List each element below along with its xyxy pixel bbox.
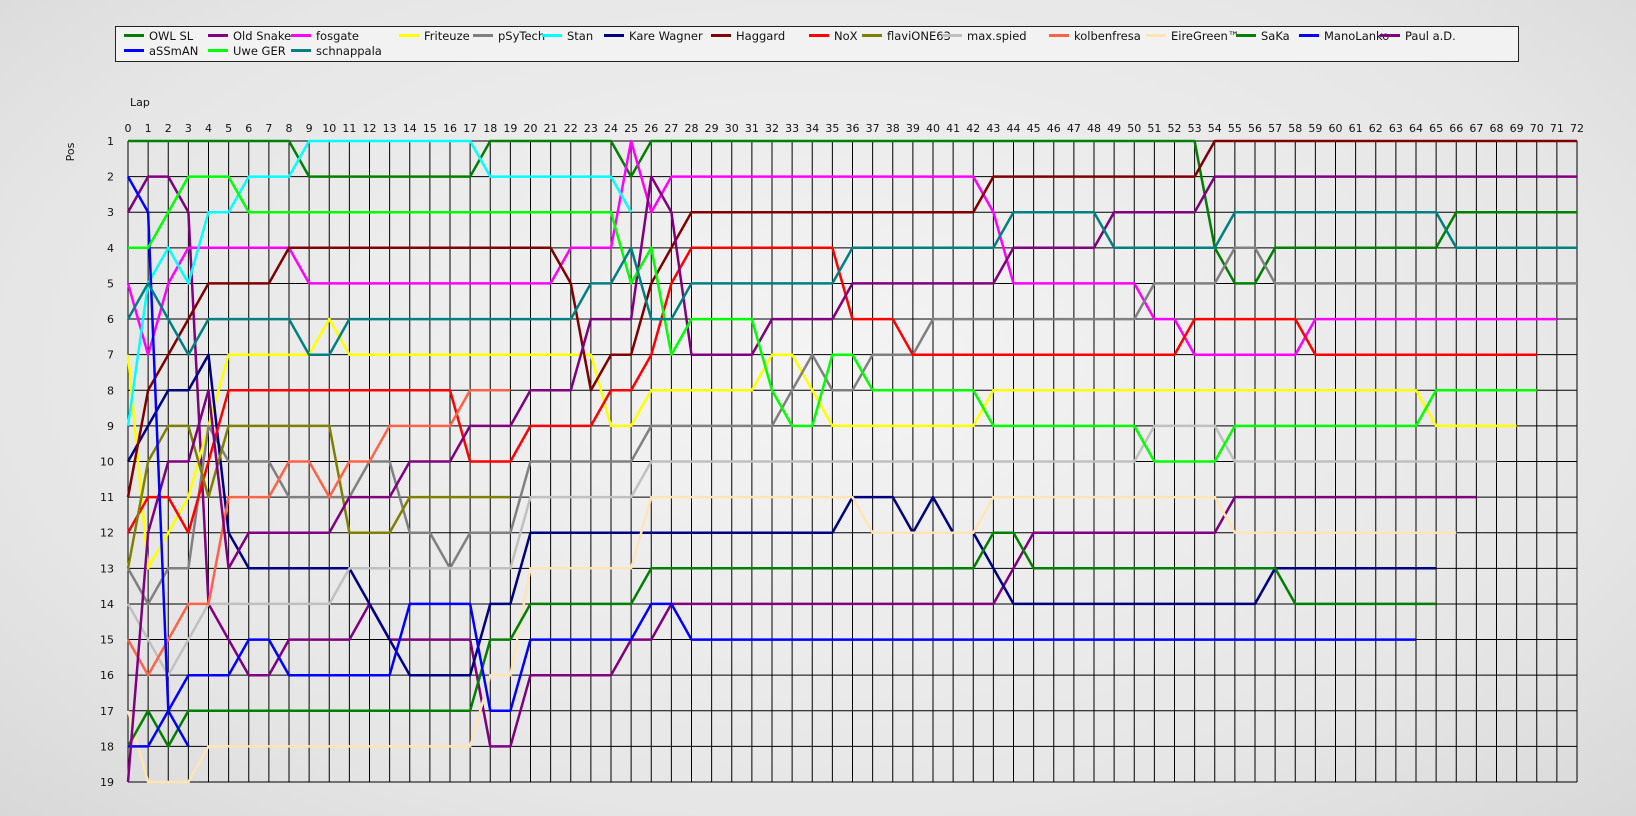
x-tick-label: 28 xyxy=(685,122,699,135)
y-tick-label: 12 xyxy=(100,527,114,540)
x-tick-label: 35 xyxy=(825,122,839,135)
x-tick-label: 15 xyxy=(423,122,437,135)
x-tick-label: 49 xyxy=(1107,122,1121,135)
x-tick-label: 50 xyxy=(1127,122,1141,135)
y-tick-label: 15 xyxy=(100,634,114,647)
x-tick-label: 51 xyxy=(1147,122,1161,135)
y-tick-label: 7 xyxy=(107,349,114,362)
x-tick-label: 14 xyxy=(403,122,417,135)
y-tick-label: 3 xyxy=(107,206,114,219)
x-tick-label: 8 xyxy=(286,122,293,135)
x-tick-label: 55 xyxy=(1228,122,1242,135)
x-tick-label: 45 xyxy=(1027,122,1041,135)
x-tick-label: 68 xyxy=(1490,122,1504,135)
position-chart: 0 1 2 3 4 5 6 7 8 9 10 11 12 13 14 15 16 17 18 19 20 21 22 23 24… xyxy=(64,96,1584,789)
y-tick-label: 2 xyxy=(107,171,114,184)
y-tick-label: 5 xyxy=(107,277,114,290)
x-tick-label: 21 xyxy=(544,122,558,135)
x-tick-label: 67 xyxy=(1469,122,1483,135)
y-tick-label: 19 xyxy=(100,776,114,789)
x-tick-label: 27 xyxy=(664,122,678,135)
x-tick-label: 54 xyxy=(1208,122,1222,135)
x-tick-label: 40 xyxy=(926,122,940,135)
y-tick-label: 4 xyxy=(107,242,114,255)
x-tick-label: 71 xyxy=(1550,122,1564,135)
chart-ticks: 0 1 2 3 4 5 6 7 8 9 10 11 12 13 14 15 16 17 18 19 20 21 22 23 24… xyxy=(100,122,1584,789)
x-tick-label: 43 xyxy=(986,122,1000,135)
x-tick-label: 53 xyxy=(1188,122,1202,135)
y-tick-label: 11 xyxy=(100,491,114,504)
x-tick-label: 64 xyxy=(1409,122,1423,135)
y-tick-label: 18 xyxy=(100,740,114,753)
y-axis-label: Pos xyxy=(64,142,77,161)
x-tick-label: 10 xyxy=(322,122,336,135)
x-tick-label: 36 xyxy=(846,122,860,135)
x-tick-label: 12 xyxy=(363,122,377,135)
y-tick-label: 17 xyxy=(100,705,114,718)
x-tick-label: 42 xyxy=(966,122,980,135)
x-tick-label: 22 xyxy=(564,122,578,135)
x-tick-label: 38 xyxy=(886,122,900,135)
x-tick-label: 19 xyxy=(503,122,517,135)
y-tick-label: 1 xyxy=(107,135,114,148)
x-tick-label: 72 xyxy=(1570,122,1584,135)
x-tick-label: 17 xyxy=(463,122,477,135)
x-tick-label: 33 xyxy=(785,122,799,135)
x-tick-label: 20 xyxy=(524,122,538,135)
y-tick-label: 9 xyxy=(107,420,114,433)
x-tick-label: 61 xyxy=(1349,122,1363,135)
series-line xyxy=(126,353,1437,677)
x-tick-label: 34 xyxy=(805,122,819,135)
x-tick-label: 3 xyxy=(185,122,192,135)
x-tick-label: 24 xyxy=(604,122,618,135)
x-tick-label: 32 xyxy=(765,122,779,135)
x-tick-label: 66 xyxy=(1449,122,1463,135)
x-axis-label: Lap xyxy=(130,96,150,109)
x-tick-label: 48 xyxy=(1087,122,1101,135)
y-tick-label: 6 xyxy=(107,313,114,326)
x-tick-label: 30 xyxy=(725,122,739,135)
x-tick-label: 11 xyxy=(342,122,356,135)
x-tick-label: 59 xyxy=(1308,122,1322,135)
x-tick-label: 29 xyxy=(705,122,719,135)
y-tick-label: 16 xyxy=(100,669,114,682)
y-tick-label: 14 xyxy=(100,598,114,611)
x-tick-label: 60 xyxy=(1329,122,1343,135)
x-tick-label: 37 xyxy=(866,122,880,135)
x-tick-label: 70 xyxy=(1530,122,1544,135)
x-tick-label: 62 xyxy=(1369,122,1383,135)
y-tick-label: 10 xyxy=(100,456,114,469)
x-tick-label: 1 xyxy=(145,122,152,135)
x-tick-label: 58 xyxy=(1288,122,1302,135)
x-tick-label: 52 xyxy=(1168,122,1182,135)
x-tick-label: 56 xyxy=(1248,122,1262,135)
x-tick-label: 16 xyxy=(443,122,457,135)
y-tick-label: 13 xyxy=(100,562,114,575)
x-tick-label: 31 xyxy=(745,122,759,135)
x-tick-label: 18 xyxy=(483,122,497,135)
y-tick-label: 8 xyxy=(107,384,114,397)
x-tick-label: 7 xyxy=(265,122,272,135)
x-tick-label: 63 xyxy=(1389,122,1403,135)
x-tick-label: 2 xyxy=(165,122,172,135)
x-tick-label: 65 xyxy=(1429,122,1443,135)
x-tick-label: 13 xyxy=(383,122,397,135)
x-tick-label: 41 xyxy=(946,122,960,135)
x-tick-label: 23 xyxy=(584,122,598,135)
x-tick-label: 57 xyxy=(1268,122,1282,135)
x-tick-label: 0 xyxy=(125,122,132,135)
x-tick-label: 46 xyxy=(1047,122,1061,135)
x-tick-label: 4 xyxy=(205,122,212,135)
x-tick-label: 5 xyxy=(225,122,232,135)
x-tick-label: 39 xyxy=(906,122,920,135)
x-tick-label: 26 xyxy=(644,122,658,135)
x-tick-label: 6 xyxy=(245,122,252,135)
x-tick-label: 44 xyxy=(1007,122,1021,135)
x-tick-label: 47 xyxy=(1067,122,1081,135)
x-tick-label: 9 xyxy=(306,122,313,135)
x-tick-label: 25 xyxy=(624,122,638,135)
x-tick-label: 69 xyxy=(1510,122,1524,135)
series-line xyxy=(126,317,1517,570)
